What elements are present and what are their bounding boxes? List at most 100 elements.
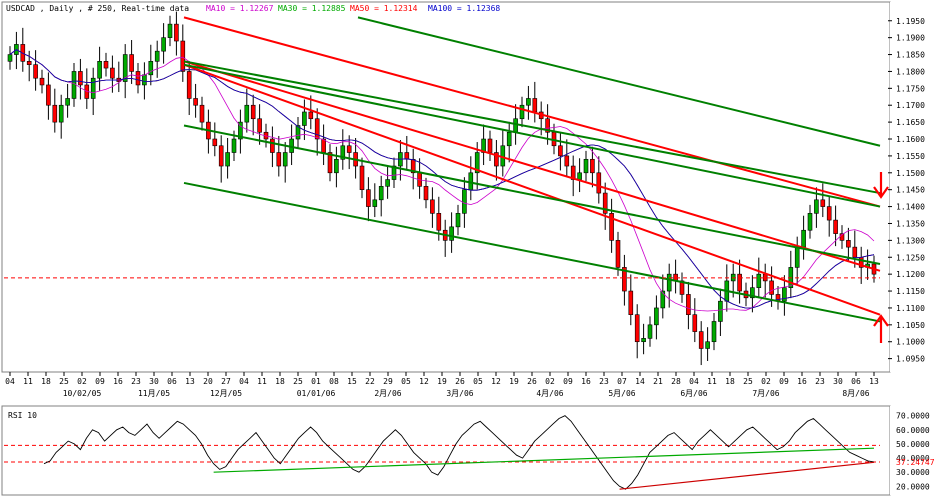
candle-body <box>615 240 621 268</box>
candle-body <box>250 104 256 120</box>
candle-body <box>718 300 723 322</box>
date-tick-label: 23 <box>599 377 609 386</box>
date-tick-label: 20 <box>203 377 213 386</box>
candle-body <box>142 74 147 86</box>
date-tick-label: 11 <box>23 377 33 386</box>
price-tick-label: 1.1050 <box>896 321 925 330</box>
date-tick-label: 30 <box>833 377 843 386</box>
candle-body <box>302 111 307 126</box>
candle-body <box>826 206 832 221</box>
date-tick-label: 04 <box>5 377 15 386</box>
candle-body <box>225 152 230 167</box>
price-tick-label: 1.1300 <box>896 236 925 245</box>
price-tick-label: 1.1750 <box>896 84 925 93</box>
date-tick-label: 06 <box>167 377 177 386</box>
date-tick-label: 16 <box>797 377 807 386</box>
chart-canvas: USDCAD , Daily , # 250, Real-time data M… <box>1 1 942 496</box>
price-tick-label: 1.1450 <box>896 186 925 195</box>
price-tick-label: 1.1500 <box>896 169 925 178</box>
candle-body <box>526 98 531 106</box>
candle-body <box>455 213 461 228</box>
price-tick-label: 1.1100 <box>896 304 925 313</box>
candle-body <box>462 189 467 214</box>
date-tick-label: 27 <box>221 377 231 386</box>
date-tick-label: 18 <box>41 377 51 386</box>
candle-body <box>519 104 525 120</box>
candle-body <box>257 118 262 133</box>
month-label: 12月/05 <box>210 389 242 398</box>
candle-body <box>378 186 384 201</box>
candle-body <box>430 199 435 214</box>
rsi-title: RSI 10 <box>8 411 37 420</box>
month-label: 5月/06 <box>608 389 635 398</box>
month-label: 3月/06 <box>446 389 473 398</box>
candle-body <box>276 152 282 167</box>
candle-body <box>180 40 186 72</box>
candle-body <box>782 287 787 302</box>
date-tick-label: 05 <box>473 377 483 386</box>
date-tick-label: 25 <box>743 377 753 386</box>
price-tick-label: 1.1250 <box>896 253 925 262</box>
candle-body <box>282 152 288 167</box>
month-label: 8月/06 <box>842 389 869 398</box>
price-y-axis: 1.1950 1.1900 1.1850 1.1800 1.1750 1.1700 1.16… <box>888 2 942 372</box>
candle-body <box>737 273 742 292</box>
candle-body <box>58 104 64 123</box>
date-tick-label: 02 <box>545 377 555 386</box>
candle-body <box>385 179 390 187</box>
candle-body <box>359 165 365 190</box>
candle-body <box>807 213 813 231</box>
month-label: 2月/06 <box>374 389 401 398</box>
date-tick-label: 28 <box>671 377 681 386</box>
date-tick-label: 06 <box>851 377 861 386</box>
date-tick-label: 16 <box>581 377 591 386</box>
price-tick-label: 1.1150 <box>896 287 925 296</box>
candle-body <box>558 145 563 157</box>
rsi-tick-label: 70.0000 <box>896 412 930 421</box>
candle-body <box>167 23 173 38</box>
candle-body <box>846 240 851 248</box>
candle-body <box>833 219 838 234</box>
candle-body <box>372 199 378 207</box>
date-x-axis: 04 11 18 25 02 09 16 23 30 06 13 20 27 04 11 18 25 01 08 15… <box>5 372 879 398</box>
candle-body <box>90 77 96 99</box>
candle-body <box>346 145 352 153</box>
date-tick-label: 15 <box>347 377 357 386</box>
candle-body <box>212 138 218 147</box>
month-label: 01/01/06 <box>297 389 336 398</box>
candle-body <box>33 64 38 79</box>
candle-body <box>711 321 717 343</box>
candle-body <box>366 189 371 207</box>
date-tick-label: 11 <box>257 377 267 386</box>
ma-legend-item: MA10 = 1.12267 <box>206 4 274 13</box>
candle-body <box>583 158 589 174</box>
month-label: 10/02/05 <box>63 389 102 398</box>
date-tick-label: 21 <box>653 377 663 386</box>
rsi-y-axis: 70.000060.000050.000040.000030.000020.00… <box>890 406 942 495</box>
candle-body <box>801 229 806 248</box>
candle-body <box>26 61 32 65</box>
candle-body <box>52 104 58 123</box>
candle-body <box>513 118 518 133</box>
rsi-panel <box>1 405 891 496</box>
candle-body <box>487 138 493 153</box>
date-tick-label: 11 <box>707 377 717 386</box>
candle-body <box>186 71 192 99</box>
price-tick-label: 1.1400 <box>896 203 925 212</box>
date-tick-label: 13 <box>185 377 195 386</box>
month-label: 11月/05 <box>138 389 170 398</box>
date-tick-label: 25 <box>293 377 303 386</box>
date-tick-label: 22 <box>365 377 375 386</box>
candle-body <box>110 67 115 79</box>
ma-legend-item: MA30 = 1.12885 <box>278 4 346 13</box>
candle-body <box>532 98 538 113</box>
date-tick-label: 04 <box>239 377 249 386</box>
candle-body <box>654 307 659 326</box>
candle-body <box>794 246 800 268</box>
candle-body <box>231 138 237 153</box>
month-label: 4月/06 <box>536 389 563 398</box>
rsi-tick-label: 60.0000 <box>896 426 930 435</box>
candle-body <box>334 158 339 174</box>
price-tick-label: 1.1600 <box>896 135 925 144</box>
date-tick-label: 04 <box>689 377 699 386</box>
